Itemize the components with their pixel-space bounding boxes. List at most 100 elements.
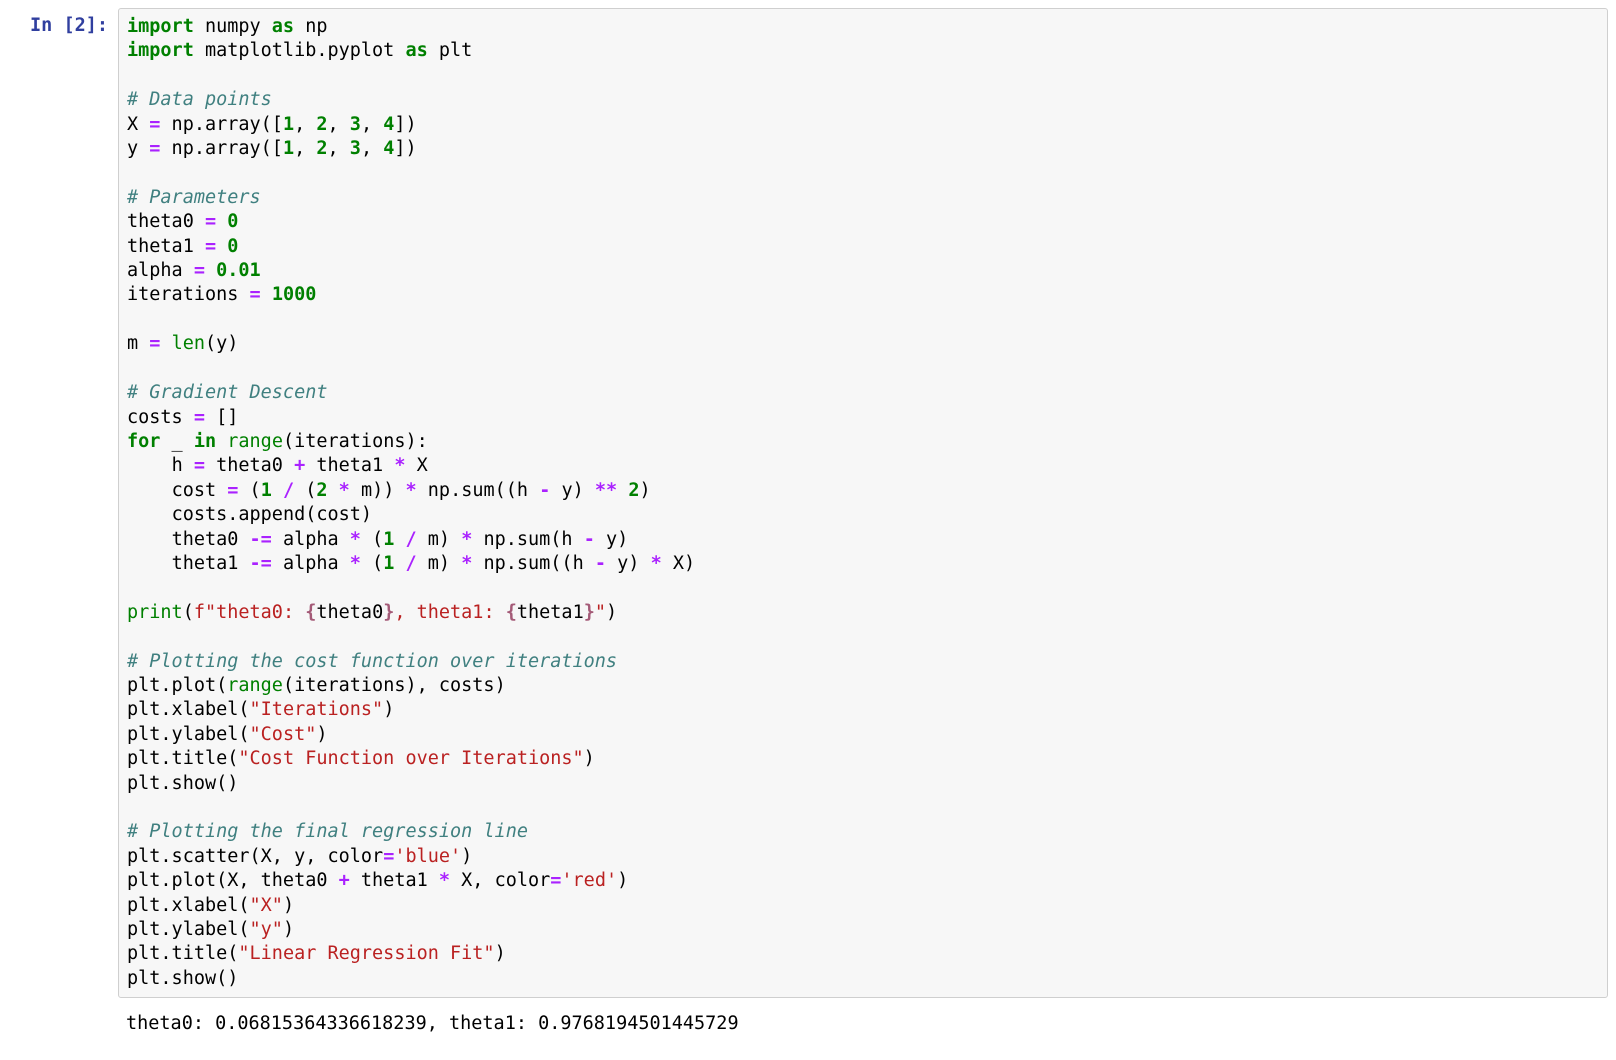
code-token: ( <box>238 480 260 501</box>
code-token <box>127 480 172 501</box>
code-token: theta0 <box>205 455 294 476</box>
code-token: ) <box>461 846 472 867</box>
code-token: = <box>149 138 160 159</box>
code-token: * <box>350 529 361 550</box>
code-token: plt.show() <box>127 968 238 989</box>
code-cell: In [2]: import numpy as np import matplo… <box>8 8 1608 998</box>
code-token: ) <box>495 943 506 964</box>
output-prompt <box>8 1012 118 1036</box>
code-token: = <box>227 480 238 501</box>
code-token: theta1 <box>517 602 584 623</box>
code-token: plt.title( <box>127 748 238 769</box>
code-token: ) <box>283 919 294 940</box>
code-token: "Linear Regression Fit" <box>238 943 494 964</box>
code-token: - <box>539 480 550 501</box>
code-token: (iterations), costs) <box>283 675 506 696</box>
stdout-output: theta0: 0.06815364336618239, theta1: 0.9… <box>118 1012 1608 1036</box>
code-token: np.array([ <box>160 138 283 159</box>
code-token: range <box>227 431 283 452</box>
code-token: h <box>172 455 194 476</box>
code-token: -= <box>250 529 272 550</box>
code-token: "Iterations" <box>250 699 384 720</box>
code-token: ) <box>316 724 327 745</box>
code-token: , <box>294 138 316 159</box>
code-token: import <box>127 16 194 37</box>
code-token: y) <box>550 480 595 501</box>
code-token: } <box>584 602 595 623</box>
code-token: theta0 <box>316 602 383 623</box>
code-token: * <box>406 480 417 501</box>
code-token: len <box>172 333 205 354</box>
code-token: np.sum((h <box>472 553 595 574</box>
code-token: * <box>651 553 662 574</box>
code-token: ) <box>639 480 650 501</box>
code-token: 3 <box>350 114 361 135</box>
code-token: , <box>294 114 316 135</box>
code-token: * <box>339 480 350 501</box>
code-token: costs <box>127 407 194 428</box>
code-token: [] <box>205 407 238 428</box>
code-token <box>160 333 171 354</box>
code-token <box>216 211 227 232</box>
code-token: , theta1: <box>394 602 505 623</box>
code-token: theta1 <box>127 236 205 257</box>
code-token: for <box>127 431 160 452</box>
code-token: / <box>405 529 416 550</box>
code-token: ( <box>294 480 316 501</box>
code-token: { <box>506 602 517 623</box>
code-token: 1 <box>283 138 294 159</box>
code-token: m <box>127 333 149 354</box>
code-token: ( <box>361 529 383 550</box>
code-token: 0 <box>227 236 238 257</box>
code-token: X) <box>662 553 695 574</box>
code-token: "X" <box>250 895 283 916</box>
code-input[interactable]: import numpy as np import matplotlib.pyp… <box>118 8 1608 998</box>
code-token: y) <box>606 553 651 574</box>
code-token: - <box>595 553 606 574</box>
code-token: cost <box>172 480 228 501</box>
code-token: ) <box>584 748 595 769</box>
code-token: * <box>461 529 472 550</box>
code-token: { <box>305 602 316 623</box>
code-token: X <box>127 114 149 135</box>
code-token <box>216 431 227 452</box>
code-token: = <box>149 114 160 135</box>
code-token <box>394 553 405 574</box>
code-token: theta1 <box>350 870 439 891</box>
code-token: , <box>328 138 350 159</box>
code-token: , <box>361 114 383 135</box>
code-token: = <box>250 284 261 305</box>
code-token: print <box>127 602 183 623</box>
code-token <box>127 455 172 476</box>
code-token: (y) <box>205 333 238 354</box>
code-token: 2 <box>316 114 327 135</box>
code-token: / <box>405 553 416 574</box>
code-token <box>127 553 172 574</box>
code-token <box>127 504 172 525</box>
code-token <box>194 16 205 37</box>
code-token: numpy <box>205 16 272 37</box>
code-token: 2 <box>628 480 639 501</box>
input-prompt: In [2]: <box>8 8 118 44</box>
code-token: m) <box>417 553 462 574</box>
code-token: X <box>405 455 427 476</box>
code-token: 0.01 <box>216 260 261 281</box>
code-token: 4 <box>383 138 394 159</box>
code-token: / <box>283 480 294 501</box>
code-token: in <box>194 431 216 452</box>
code-token: f"theta0: <box>194 602 305 623</box>
code-token: plt.ylabel( <box>127 919 250 940</box>
code-token: = <box>149 333 160 354</box>
code-token: range <box>227 675 283 696</box>
code-token: * <box>394 455 405 476</box>
code-token: ]) <box>394 138 416 159</box>
code-comment: # Plotting the cost function over iterat… <box>127 651 617 672</box>
output-row: theta0: 0.06815364336618239, theta1: 0.9… <box>8 1012 1608 1036</box>
code-token: plt.plot(X, theta0 <box>127 870 339 891</box>
code-token: 1 <box>383 529 394 550</box>
code-token: "y" <box>250 919 283 940</box>
code-token: plt.title( <box>127 943 238 964</box>
code-token: y <box>127 138 149 159</box>
code-token: = <box>194 260 205 281</box>
code-comment: # Parameters <box>127 187 261 208</box>
